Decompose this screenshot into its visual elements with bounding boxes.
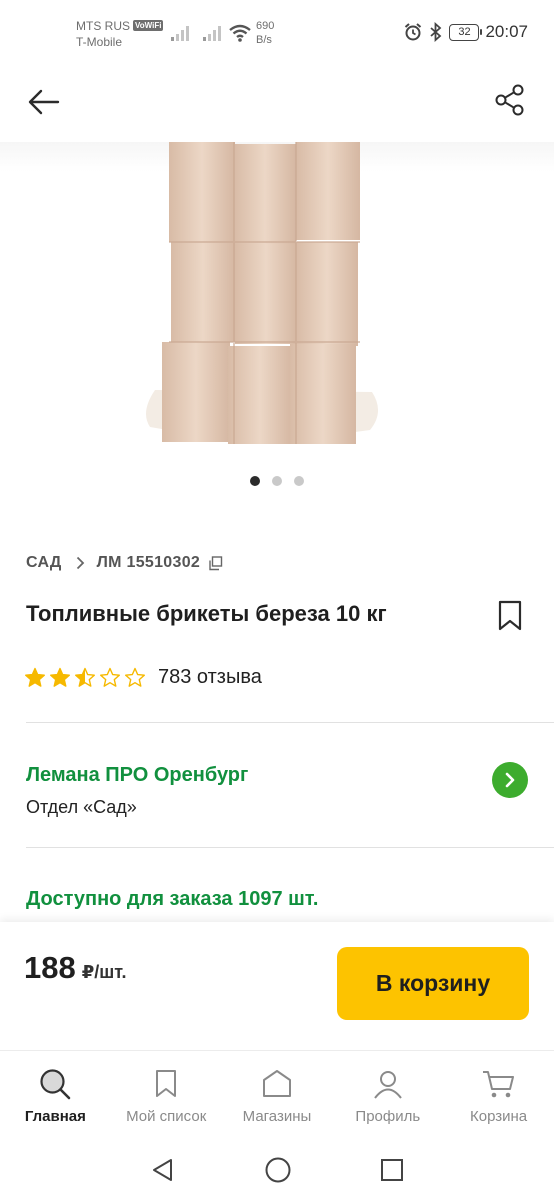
vowifi-badge: VoWiFi [133,20,164,31]
copy-icon[interactable] [208,555,223,571]
store-details-button[interactable] [492,762,528,798]
store-department: Отдел «Сад» [26,797,137,817]
signal-strength-icon-2 [203,26,221,41]
article-number: ЛМ 15510302 [96,554,201,571]
star-icon [25,667,45,687]
bluetooth-icon [430,22,442,42]
price-value: 188 [24,950,76,985]
chevron-right-icon [505,772,515,788]
store-info[interactable]: Лемана ПРО Оренбург Отдел «Сад» [26,764,248,818]
top-app-bar [0,62,554,142]
price-unit: ₽/шт. [81,962,127,982]
gallery-pagination [0,476,554,486]
star-icon [125,667,145,687]
nav-label: Главная [24,1108,86,1125]
breadcrumb: САД ЛМ 15510302 [26,554,223,572]
price-bar: 188 ₽/шт. В корзину [0,922,554,1050]
system-back-icon[interactable] [150,1157,176,1183]
reviews-count[interactable]: 783 отзыва [158,666,262,689]
breadcrumb-category[interactable]: САД [26,554,62,572]
divider [26,722,554,723]
profile-icon [373,1067,403,1101]
gallery-dot[interactable] [294,476,304,486]
carrier-primary: MTS RUS [76,19,130,33]
divider [26,847,554,848]
price: 188 ₽/шт. [24,950,127,986]
bookmark-icon [154,1067,178,1101]
speed-value: 690 [256,20,275,32]
nav-item-my-list[interactable]: Мой список [111,1051,222,1140]
bottom-navigation: Главная Мой список Магазины Профиль Корз… [0,1050,554,1140]
nav-item-cart[interactable]: Корзина [443,1051,554,1140]
chevron-right-icon [76,556,85,570]
nav-label: Профиль [355,1108,421,1125]
nav-label: Мой список [126,1108,207,1125]
gallery-dot[interactable] [250,476,260,486]
gallery-dot[interactable] [272,476,282,486]
status-bar: MTS RUS VoWiFi T-Mobile 690 B/s 32 20:07 [0,0,554,62]
wifi-icon [229,24,251,42]
system-home-icon[interactable] [264,1156,292,1184]
clock: 20:07 [485,22,528,41]
carrier-secondary: T-Mobile [76,35,123,49]
speed-unit: B/s [256,34,272,46]
nav-item-stores[interactable]: Магазины [222,1051,333,1140]
network-speed: 690 B/s [256,19,274,47]
nav-item-home[interactable]: Главная [0,1051,111,1140]
star-rating [24,667,146,689]
product-title: Топливные брикеты береза 10 кг [26,601,387,626]
star-icon [75,667,95,687]
status-icons: 32 20:07 [403,22,528,42]
add-to-list-button[interactable] [496,600,524,632]
battery-indicator: 32 [449,23,483,41]
rating-row[interactable]: 783 отзыва [24,666,262,689]
star-icon [100,667,120,687]
system-navigation [0,1140,554,1200]
product-image[interactable] [0,142,554,462]
fuel-briquettes-image [146,142,379,444]
search-icon [38,1067,72,1101]
share-icon [495,84,524,116]
store-name[interactable]: Лемана ПРО Оренбург [26,764,248,787]
nav-label: Магазины [242,1108,312,1125]
cart-icon [482,1067,516,1101]
back-button[interactable] [24,82,64,122]
alarm-icon [405,23,422,41]
nav-item-profile[interactable]: Профиль [332,1051,443,1140]
availability-text: Доступно для заказа 1097 шт. [26,888,319,910]
bookmark-icon [498,600,522,631]
star-icon [50,667,70,687]
store-icon [261,1067,293,1101]
add-to-cart-button[interactable]: В корзину [337,947,529,1020]
nav-label: Корзина [470,1108,528,1125]
system-recents-icon[interactable] [380,1158,404,1182]
share-button[interactable] [490,80,530,120]
arrow-left-icon [28,89,60,115]
carrier-info: MTS RUS VoWiFi T-Mobile [76,18,164,50]
signal-strength-icon [171,26,189,41]
